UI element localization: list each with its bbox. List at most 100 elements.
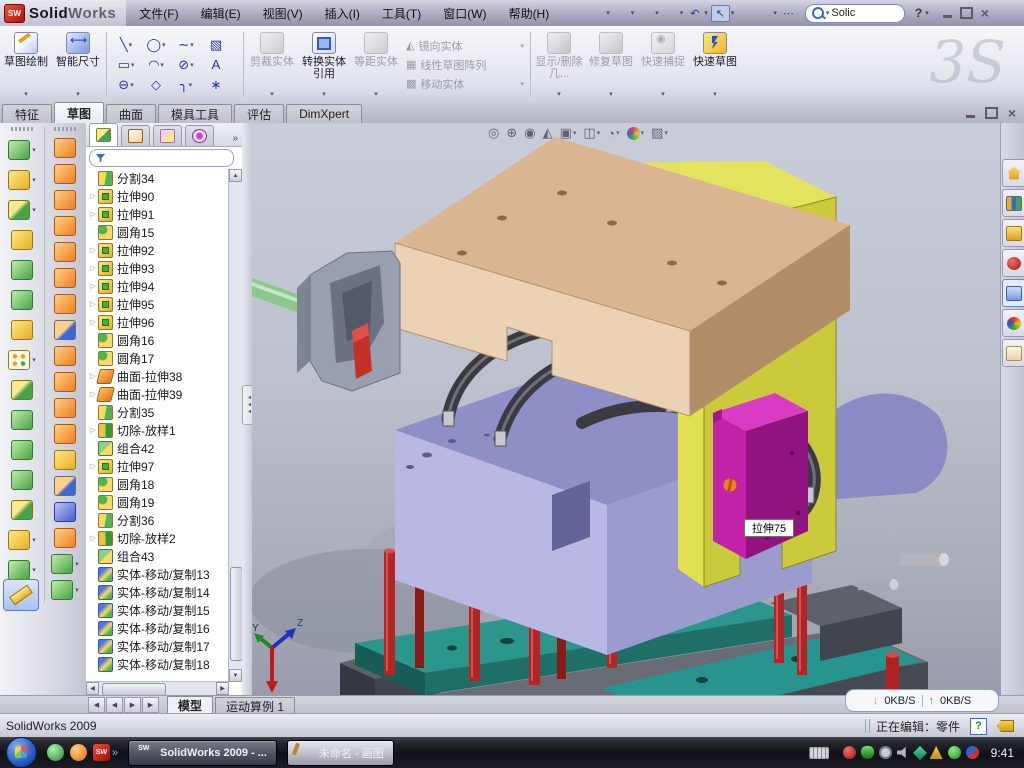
tab-sketch[interactable]: 草图 [54, 102, 104, 123]
select-button[interactable]: ↖▾ [711, 5, 737, 22]
spline-tool[interactable]: ∼▾ [171, 35, 201, 55]
section-view-icon[interactable]: ◭▾ [543, 125, 553, 141]
menu-insert[interactable]: 插入(I) [314, 5, 371, 22]
tree-item[interactable]: 组合42 [86, 439, 228, 457]
appearances-icon[interactable]: ●▾ [627, 127, 645, 140]
shell-tool[interactable]: ▾ [11, 375, 33, 405]
quicklaunch-messenger-icon[interactable] [47, 744, 64, 761]
display-style-icon[interactable]: ◫▾ [583, 125, 600, 141]
fillet-tool[interactable]: ▾ [8, 195, 36, 225]
taskbar-paint-button[interactable]: 未命名 - 画图 [287, 740, 394, 766]
scroll-left-button[interactable]: ◀ [86, 682, 99, 695]
more-tabs-chevron[interactable]: » [232, 133, 238, 146]
network-speed-widget[interactable]: ↓ 0KB/S ↑ 0KB/S [845, 689, 999, 712]
previous-tab-button[interactable]: ◀ [106, 697, 123, 713]
menu-edit[interactable]: 编辑(E) [190, 5, 252, 22]
tree-item[interactable]: 圆角18 [86, 475, 228, 493]
scene-icon[interactable]: ▨▾ [651, 125, 668, 141]
tree-vertical-scrollbar[interactable]: ▲ ▼ [228, 169, 242, 682]
help-dropdown-icon[interactable]: ▾ [925, 9, 929, 17]
zoom-fit-icon[interactable]: ◎▾ [488, 125, 499, 141]
next-tab-button[interactable]: ▶ [124, 697, 141, 713]
surface-offset-tool[interactable]: ▾ [54, 291, 76, 317]
search-box[interactable]: ▾ Solic [805, 4, 905, 23]
tree-item[interactable]: 组合43 [86, 547, 228, 565]
surface-planar-tool[interactable]: ▾ [54, 265, 76, 291]
restore-button[interactable] [960, 7, 973, 19]
tray-health-icon[interactable] [948, 746, 961, 759]
appearances-scenes-tab[interactable] [1002, 309, 1024, 337]
tag-icon[interactable] [997, 720, 1014, 732]
menu-view[interactable]: 视图(V) [252, 5, 314, 22]
slot-tool[interactable]: ⊖▾ [111, 75, 141, 95]
tab-dimxpert[interactable]: DimXpert [286, 104, 362, 123]
tree-item[interactable]: 拉伸96 [86, 313, 228, 331]
model-tab[interactable]: 模型 [167, 696, 213, 714]
surface-trim-tool[interactable]: ▾ [54, 187, 76, 213]
rectangle-tool[interactable]: ▭▾ [111, 55, 141, 75]
tree-item[interactable]: 分割35 [86, 403, 228, 421]
sketch-fillet-tool[interactable]: ╮▾ [171, 75, 201, 95]
ellipse-tool[interactable]: ⊘▾ [171, 55, 201, 75]
linear-sketch-pattern-button[interactable]: ▦线性草图阵列▾ [406, 57, 524, 73]
surface-sweep-tool[interactable]: ▾ [54, 369, 76, 395]
extrude-boss-tool[interactable]: ▾ [8, 165, 36, 195]
tray-gear-icon[interactable] [879, 746, 892, 759]
view-palette-tab[interactable] [1002, 279, 1024, 307]
tree-item[interactable]: 拉伸90 [86, 187, 228, 205]
offset-entities-button[interactable]: 等距实体▾ [350, 26, 402, 103]
configuration-manager-tab[interactable] [153, 125, 182, 146]
trim-entities-button[interactable]: 剪裁实体▾ [246, 26, 298, 103]
file-explorer-tab[interactable] [1002, 219, 1024, 247]
feature-manager-tab[interactable] [89, 123, 118, 146]
measure-tool-button[interactable] [3, 579, 39, 611]
surface-revolve-tool[interactable]: ▾ [54, 161, 76, 187]
quick-snaps-button[interactable]: 快速捕捉▾ [637, 26, 689, 103]
expand-arrow-icon[interactable] [88, 282, 98, 290]
zoom-area-icon[interactable]: ⊕▾ [506, 125, 517, 141]
extrude-cut-tool[interactable]: ▾ [8, 135, 36, 165]
expand-arrow-icon[interactable] [88, 210, 98, 218]
surface-untrim-tool[interactable]: ▾ [54, 525, 76, 551]
tree-item[interactable]: 实体-移动/复制15 [86, 601, 228, 619]
tree-item[interactable]: 圆角15 [86, 223, 228, 241]
menu-file[interactable]: 文件(F) [128, 5, 189, 22]
tree-item[interactable]: 圆角19 [86, 493, 228, 511]
tree-item[interactable]: 实体-移动/复制16 [86, 619, 228, 637]
undo-button[interactable]: ↶▾ [686, 6, 710, 21]
pattern-tool[interactable]: ▾ [8, 345, 36, 375]
new-document-button[interactable]: ▾ [588, 6, 612, 21]
circle-tool[interactable]: ◯▾ [141, 35, 171, 55]
tree-item[interactable]: 实体-移动/复制13 [86, 565, 228, 583]
expand-arrow-icon[interactable] [88, 426, 98, 434]
surface-delete-hole-tool[interactable]: ▾ [54, 395, 76, 421]
tree-item[interactable]: 拉伸97 [86, 457, 228, 475]
expand-arrow-icon[interactable] [88, 300, 98, 308]
tray-security-red-icon[interactable] [843, 746, 856, 759]
fillet-surface-tool[interactable]: ▾ [51, 551, 79, 577]
tree-item[interactable]: 实体-移动/复制17 [86, 637, 228, 655]
expand-arrow-icon[interactable] [88, 264, 98, 272]
tab-mold-tools[interactable]: 模具工具 [158, 104, 232, 123]
feature-statistics-button[interactable]: ▾ [737, 6, 754, 21]
surface-flatten-tool[interactable]: ▾ [54, 499, 76, 525]
save-button[interactable]: ▾ [637, 6, 661, 21]
tree-item[interactable]: 拉伸91 [86, 205, 228, 223]
move-entities-button[interactable]: ▩移动实体▾ [406, 76, 524, 92]
mirror-feature-tool[interactable]: ▾ [11, 435, 33, 465]
options-button[interactable]: ▾ [755, 6, 779, 21]
language-keyboard-icon[interactable] [809, 747, 829, 759]
menu-tools[interactable]: 工具(T) [371, 5, 432, 22]
repair-sketch-button[interactable]: 修复草图▾ [585, 26, 637, 103]
custom-properties-tab[interactable] [1002, 339, 1024, 367]
expand-arrow-icon[interactable] [88, 246, 98, 254]
mirror-entities-button[interactable]: ◭镜向实体▾ [406, 38, 524, 54]
revolve-tool[interactable]: ▾ [11, 255, 33, 285]
rib-tool[interactable]: ▾ [11, 405, 33, 435]
tree-item[interactable]: 拉伸95 [86, 295, 228, 313]
tree-item[interactable]: 拉伸92 [86, 241, 228, 259]
quicklaunch-solidworks-icon[interactable]: SW [93, 744, 110, 761]
tree-horizontal-scrollbar[interactable]: ◀ ▶ [86, 681, 229, 695]
design-library-tab[interactable] [1002, 189, 1024, 217]
tree-filter-box[interactable] [89, 149, 234, 167]
